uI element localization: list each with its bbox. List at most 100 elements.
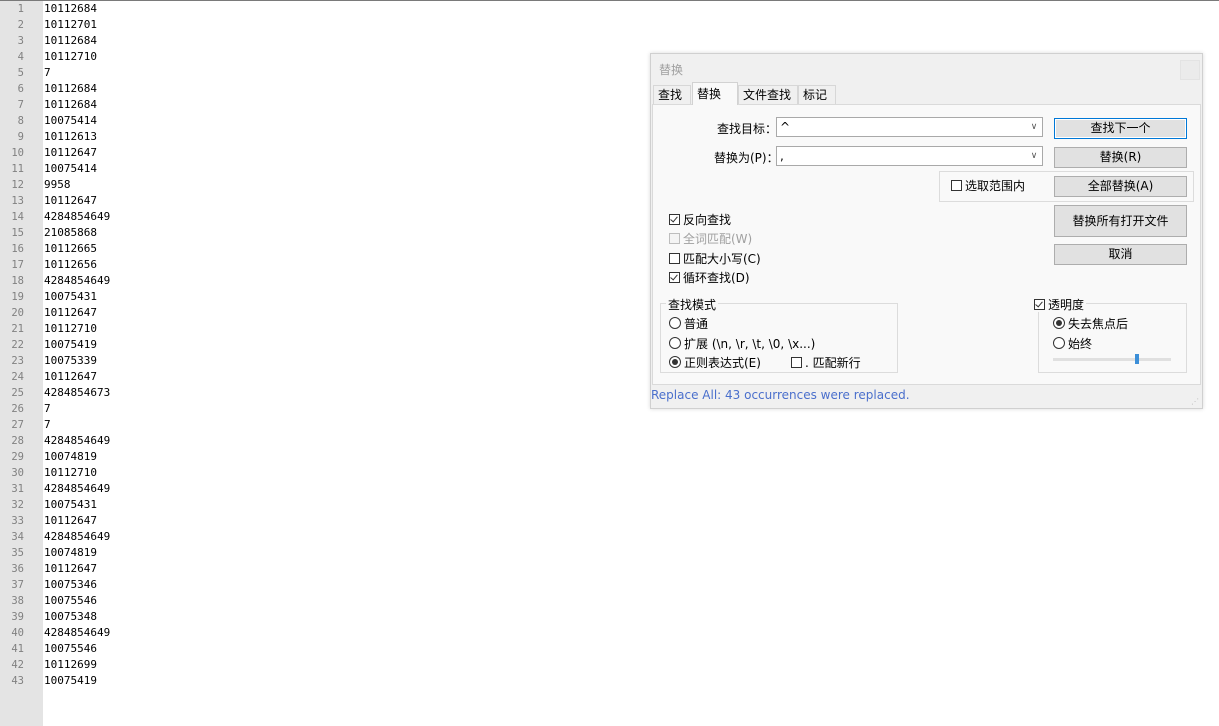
line-number: 40 bbox=[11, 627, 24, 639]
in-selection-checkbox[interactable]: 选取范围内 bbox=[951, 177, 1025, 193]
mode-normal-radio[interactable]: 普通 bbox=[669, 315, 708, 331]
line-text[interactable]: 10075414 bbox=[44, 113, 97, 129]
find-what-input[interactable]: ^ ∨ bbox=[776, 117, 1043, 137]
line-number: 21 bbox=[11, 323, 24, 335]
line-text[interactable]: 10074819 bbox=[44, 545, 97, 561]
wrap-around-box bbox=[669, 271, 680, 283]
line-text[interactable]: 7 bbox=[44, 417, 51, 433]
tab-mark[interactable]: 标记 bbox=[798, 85, 836, 104]
dialog-title: 替换 bbox=[659, 63, 684, 77]
line-text[interactable]: 10112665 bbox=[44, 241, 97, 257]
transparency-slider-track[interactable] bbox=[1053, 358, 1171, 361]
line-text[interactable]: 10112699 bbox=[44, 657, 97, 673]
line-text[interactable]: 7 bbox=[44, 65, 51, 81]
line-text[interactable]: 10112684 bbox=[44, 1, 97, 17]
line-text[interactable]: 10112647 bbox=[44, 305, 97, 321]
tab-find-in-files[interactable]: 文件查找 bbox=[738, 85, 798, 104]
line-text[interactable]: 10112710 bbox=[44, 49, 97, 65]
line-number: 2 bbox=[17, 19, 24, 31]
line-text[interactable]: 10074819 bbox=[44, 449, 97, 465]
tab-replace[interactable]: 替换 bbox=[692, 82, 738, 105]
tab-find[interactable]: 查找 bbox=[653, 85, 691, 104]
line-number: 36 bbox=[11, 563, 24, 575]
chevron-down-icon[interactable]: ∨ bbox=[1027, 118, 1041, 136]
line-text[interactable]: 4284854649 bbox=[44, 529, 110, 545]
line-text[interactable]: 10112613 bbox=[44, 129, 97, 145]
line-text[interactable]: 7 bbox=[44, 401, 51, 417]
line-text[interactable]: 4284854649 bbox=[44, 273, 110, 289]
always-label: 始终 bbox=[1068, 336, 1093, 351]
close-button[interactable] bbox=[1180, 60, 1200, 80]
line-text[interactable]: 21085868 bbox=[44, 225, 97, 241]
line-number: 3 bbox=[17, 35, 24, 47]
line-text[interactable]: 10112684 bbox=[44, 33, 97, 49]
line-text[interactable]: 4284854649 bbox=[44, 625, 110, 641]
status-message: Replace All: 43 occurrences were replace… bbox=[651, 388, 910, 402]
line-text[interactable]: 10075419 bbox=[44, 673, 97, 689]
line-number: 1 bbox=[17, 3, 24, 15]
find-next-button[interactable]: 查找下一个 bbox=[1054, 118, 1187, 139]
line-text[interactable]: 4284854673 bbox=[44, 385, 110, 401]
line-text[interactable]: 10075431 bbox=[44, 497, 97, 513]
line-number: 24 bbox=[11, 371, 24, 383]
line-text[interactable]: 4284854649 bbox=[44, 209, 110, 225]
mode-normal-dot bbox=[669, 317, 681, 329]
transparency-on-lose-focus-radio[interactable]: 失去焦点后 bbox=[1053, 315, 1128, 331]
line-number: 37 bbox=[11, 579, 24, 591]
resize-grip-icon[interactable]: ⋰ bbox=[1191, 397, 1199, 406]
line-text[interactable]: 10075346 bbox=[44, 577, 97, 593]
line-number: 12 bbox=[11, 179, 24, 191]
line-number: 20 bbox=[11, 307, 24, 319]
line-text[interactable]: 10112701 bbox=[44, 17, 97, 33]
replace-with-input[interactable]: , ∨ bbox=[776, 146, 1043, 166]
line-text[interactable]: 10112684 bbox=[44, 81, 97, 97]
line-text[interactable]: 10075546 bbox=[44, 593, 97, 609]
line-text[interactable]: 10112656 bbox=[44, 257, 97, 273]
line-text[interactable]: 4284854649 bbox=[44, 433, 110, 449]
line-text[interactable]: 10112647 bbox=[44, 561, 97, 577]
line-text[interactable]: 10075414 bbox=[44, 161, 97, 177]
mode-regex-radio[interactable]: 正则表达式(E) bbox=[669, 354, 761, 370]
backward-direction-checkbox[interactable]: 反向查找 bbox=[669, 211, 731, 227]
cancel-button[interactable]: 取消 bbox=[1054, 244, 1187, 265]
wrap-around-checkbox[interactable]: 循环查找(D) bbox=[669, 269, 750, 285]
replace-button[interactable]: 替换(R) bbox=[1054, 147, 1187, 168]
replace-all-button[interactable]: 全部替换(A) bbox=[1054, 176, 1187, 197]
transparency-slider-thumb[interactable] bbox=[1135, 354, 1139, 364]
line-text[interactable]: 10075348 bbox=[44, 609, 97, 625]
line-text[interactable]: 10112647 bbox=[44, 193, 97, 209]
replace-all-open-docs-button[interactable]: 替换所有打开文件 bbox=[1054, 205, 1187, 237]
line-number: 4 bbox=[17, 51, 24, 63]
line-text[interactable]: 10112647 bbox=[44, 145, 97, 161]
dot-matches-newline-checkbox[interactable]: . 匹配新行 bbox=[791, 354, 861, 370]
transparency-always-radio[interactable]: 始终 bbox=[1053, 335, 1092, 351]
line-text[interactable]: 10075431 bbox=[44, 289, 97, 305]
find-what-value: ^ bbox=[780, 120, 791, 134]
line-number: 13 bbox=[11, 195, 24, 207]
backward-direction-box bbox=[669, 213, 680, 225]
line-text[interactable]: 10075419 bbox=[44, 337, 97, 353]
line-text[interactable]: 10112710 bbox=[44, 465, 97, 481]
line-text[interactable]: 9958 bbox=[44, 177, 71, 193]
line-number: 9 bbox=[17, 131, 24, 143]
line-number: 25 bbox=[11, 387, 24, 399]
match-case-label: 匹配大小写(C) bbox=[683, 251, 761, 266]
line-text[interactable]: 10112710 bbox=[44, 321, 97, 337]
line-text[interactable]: 10112647 bbox=[44, 513, 97, 529]
transparency-checkbox[interactable]: 透明度 bbox=[1032, 296, 1087, 312]
line-text[interactable]: 10112684 bbox=[44, 97, 97, 113]
line-text[interactable]: 4284854649 bbox=[44, 481, 110, 497]
line-number: 33 bbox=[11, 515, 24, 527]
line-number: 22 bbox=[11, 339, 24, 351]
chevron-down-icon[interactable]: ∨ bbox=[1027, 147, 1041, 165]
line-text[interactable]: 10075546 bbox=[44, 641, 97, 657]
find-what-label: 查找目标： bbox=[717, 122, 778, 136]
line-number: 6 bbox=[17, 83, 24, 95]
line-number: 32 bbox=[11, 499, 24, 511]
line-text[interactable]: 10112647 bbox=[44, 369, 97, 385]
mode-extended-radio[interactable]: 扩展 (\n, \r, \t, \0, \x...) bbox=[669, 335, 815, 351]
line-number: 17 bbox=[11, 259, 24, 271]
match-case-checkbox[interactable]: 匹配大小写(C) bbox=[669, 250, 761, 266]
line-text[interactable]: 10075339 bbox=[44, 353, 97, 369]
always-dot bbox=[1053, 337, 1065, 349]
